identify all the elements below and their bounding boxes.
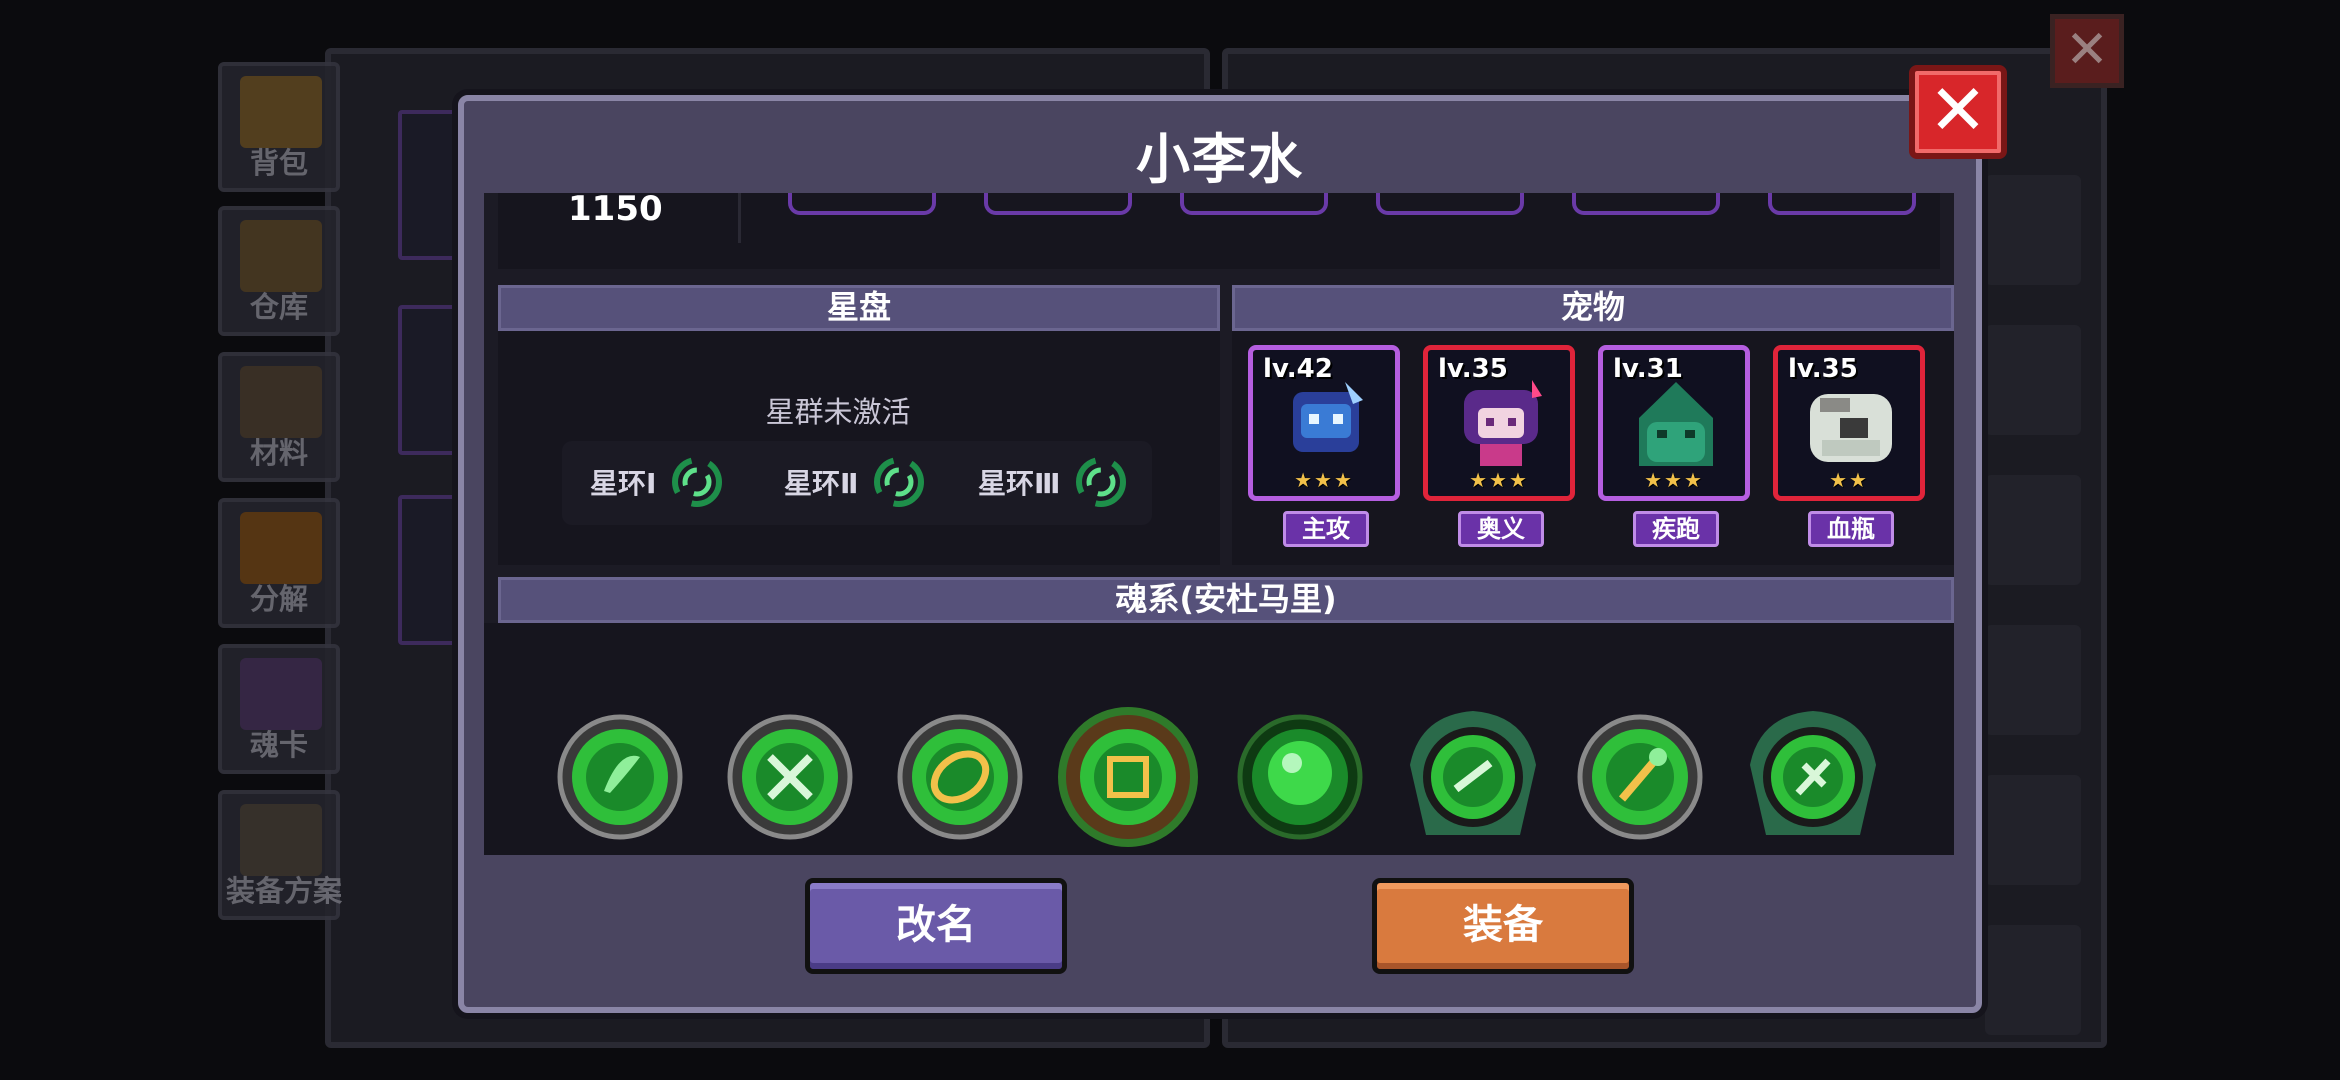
star-ring-2[interactable]: 星环Ⅱ bbox=[784, 455, 926, 509]
modal-title: 小李水 bbox=[1136, 128, 1304, 191]
modal-content-scroll[interactable]: 1150 星盘 星群未激活 星环Ⅰ 星环Ⅱ 星环Ⅲ 宠物 lv.42 ★★★ 主… bbox=[484, 193, 1954, 855]
pet-stars: ★★★ bbox=[1469, 468, 1529, 492]
gold-ring-soul-icon[interactable] bbox=[896, 713, 1024, 841]
pet-level: lv.42 bbox=[1263, 354, 1333, 384]
pet-slot[interactable]: lv.31 ★★★ 疾跑 bbox=[1598, 345, 1754, 547]
background-close-button[interactable]: ✕ bbox=[2050, 14, 2124, 88]
pet-card[interactable]: lv.31 ★★★ bbox=[1598, 345, 1750, 501]
pet-slot[interactable]: lv.35 ★★ 血瓶 bbox=[1773, 345, 1929, 547]
vine-rune-soul-icon[interactable] bbox=[1058, 707, 1198, 847]
pet-stars: ★★★ bbox=[1294, 468, 1354, 492]
pets-panel: lv.42 ★★★ 主攻 lv.35 ★★★ 奥义 lv.31 ★★★ 疾跑 l… bbox=[1232, 331, 1954, 565]
background-list-slot bbox=[1985, 925, 2081, 1035]
background-list-slot bbox=[1985, 475, 2081, 585]
pet-role-tag: 疾跑 bbox=[1633, 511, 1719, 547]
equip-button[interactable]: 装备 bbox=[1372, 878, 1634, 974]
pet-role-tag: 奥义 bbox=[1458, 511, 1544, 547]
side-tab-label: 背包 bbox=[249, 146, 308, 180]
star-ring-label: 星环Ⅰ bbox=[590, 467, 657, 500]
pet-creature-icon bbox=[1293, 382, 1363, 452]
divider bbox=[738, 193, 741, 243]
star-ring-label: 星环Ⅱ bbox=[784, 467, 859, 500]
star-ring-row: 星环Ⅰ 星环Ⅱ 星环Ⅲ bbox=[562, 441, 1152, 525]
side-tab-label: 仓库 bbox=[249, 290, 308, 324]
star-cluster-status: 星群未激活 bbox=[765, 395, 911, 429]
star-ring-3[interactable]: 星环Ⅲ bbox=[978, 455, 1128, 509]
pet-creature-icon bbox=[1464, 380, 1542, 466]
equipment-slot[interactable] bbox=[1180, 193, 1328, 215]
equipment-slot[interactable] bbox=[1376, 193, 1524, 215]
star-disc-header: 星盘 bbox=[498, 285, 1220, 331]
pet-card[interactable]: lv.42 ★★★ bbox=[1248, 345, 1400, 501]
pet-level: lv.35 bbox=[1788, 354, 1858, 384]
side-tab-equip-plan[interactable]: 装备方案 bbox=[218, 790, 342, 920]
cross-soul-icon[interactable] bbox=[726, 713, 854, 841]
star-ring-1[interactable]: 星环Ⅰ bbox=[590, 455, 724, 509]
pet-level: lv.31 bbox=[1613, 354, 1683, 384]
materials-icon bbox=[240, 366, 322, 438]
side-tab-warehouse[interactable]: 仓库 bbox=[218, 206, 340, 336]
side-tab-decompose[interactable]: 分解 bbox=[218, 498, 340, 628]
side-tab-label: 分解 bbox=[249, 582, 308, 616]
soul-system-header: 魂系(安杜马里) bbox=[498, 577, 1954, 623]
pet-stars: ★★ bbox=[1829, 468, 1869, 492]
equipment-slot[interactable] bbox=[1572, 193, 1720, 215]
armor-icon bbox=[240, 804, 322, 876]
equipment-slot[interactable] bbox=[788, 193, 936, 215]
leaf-soul-icon[interactable] bbox=[556, 713, 684, 841]
orb-soul-icon[interactable] bbox=[1236, 713, 1364, 841]
pet-slot[interactable]: lv.42 ★★★ 主攻 bbox=[1248, 345, 1404, 547]
character-detail-modal: 小李水 1150 星盘 星群未激活 星环Ⅰ 星环Ⅱ 星环Ⅲ 宠物 lv.42 ★… bbox=[458, 95, 1982, 1013]
background-item-slot bbox=[398, 305, 456, 455]
side-tab-soul-card[interactable]: 魂卡 bbox=[218, 644, 340, 774]
pet-creature-icon bbox=[1810, 394, 1892, 462]
dragon-gem-soul-icon[interactable] bbox=[1740, 705, 1886, 847]
chest-icon bbox=[240, 76, 322, 148]
pet-creature-icon bbox=[1639, 382, 1713, 466]
background-item-slot bbox=[398, 495, 456, 645]
modal-close-button[interactable]: ✕ bbox=[1909, 65, 2007, 159]
equipment-slot[interactable] bbox=[984, 193, 1132, 215]
dragon-crest-soul-icon[interactable] bbox=[1400, 705, 1546, 847]
warehouse-icon bbox=[240, 220, 322, 292]
side-tab-label: 装备方案 bbox=[225, 874, 342, 908]
green-swirl-icon bbox=[874, 457, 925, 507]
side-tab-backpack[interactable]: 背包 bbox=[218, 62, 340, 192]
pet-slot[interactable]: lv.35 ★★★ 奥义 bbox=[1423, 345, 1579, 547]
background-list-slot bbox=[1985, 175, 2081, 285]
star-ring-label: 星环Ⅲ bbox=[978, 467, 1061, 500]
pet-role-tag: 血瓶 bbox=[1808, 511, 1894, 547]
furnace-icon bbox=[240, 512, 322, 584]
side-tab-label: 魂卡 bbox=[249, 728, 308, 762]
side-tab-materials[interactable]: 材料 bbox=[218, 352, 340, 482]
pets-header: 宠物 bbox=[1232, 285, 1954, 331]
pet-card[interactable]: lv.35 ★★★ bbox=[1423, 345, 1575, 501]
side-tab-label: 材料 bbox=[249, 436, 308, 470]
pet-level: lv.35 bbox=[1438, 354, 1508, 384]
soul-panel bbox=[484, 623, 1954, 855]
background-list-slot bbox=[1985, 325, 2081, 435]
background-list-slot bbox=[1985, 625, 2081, 735]
star-disc-panel: 星群未激活 星环Ⅰ 星环Ⅱ 星环Ⅲ bbox=[498, 331, 1220, 565]
pet-stars: ★★★ bbox=[1644, 468, 1704, 492]
pet-role-tag: 主攻 bbox=[1283, 511, 1369, 547]
stat-value: 1150 bbox=[568, 193, 663, 229]
rename-button[interactable]: 改名 bbox=[805, 878, 1067, 974]
staff-soul-icon[interactable] bbox=[1576, 713, 1704, 841]
soul-card-icon bbox=[240, 658, 322, 730]
stats-strip: 1150 bbox=[498, 193, 1940, 269]
equipment-slot[interactable] bbox=[1768, 193, 1916, 215]
background-item-slot bbox=[398, 110, 456, 260]
pet-card[interactable]: lv.35 ★★ bbox=[1773, 345, 1925, 501]
background-list-slot bbox=[1985, 775, 2081, 885]
green-swirl-icon bbox=[1076, 457, 1127, 507]
green-swirl-icon bbox=[672, 457, 723, 507]
